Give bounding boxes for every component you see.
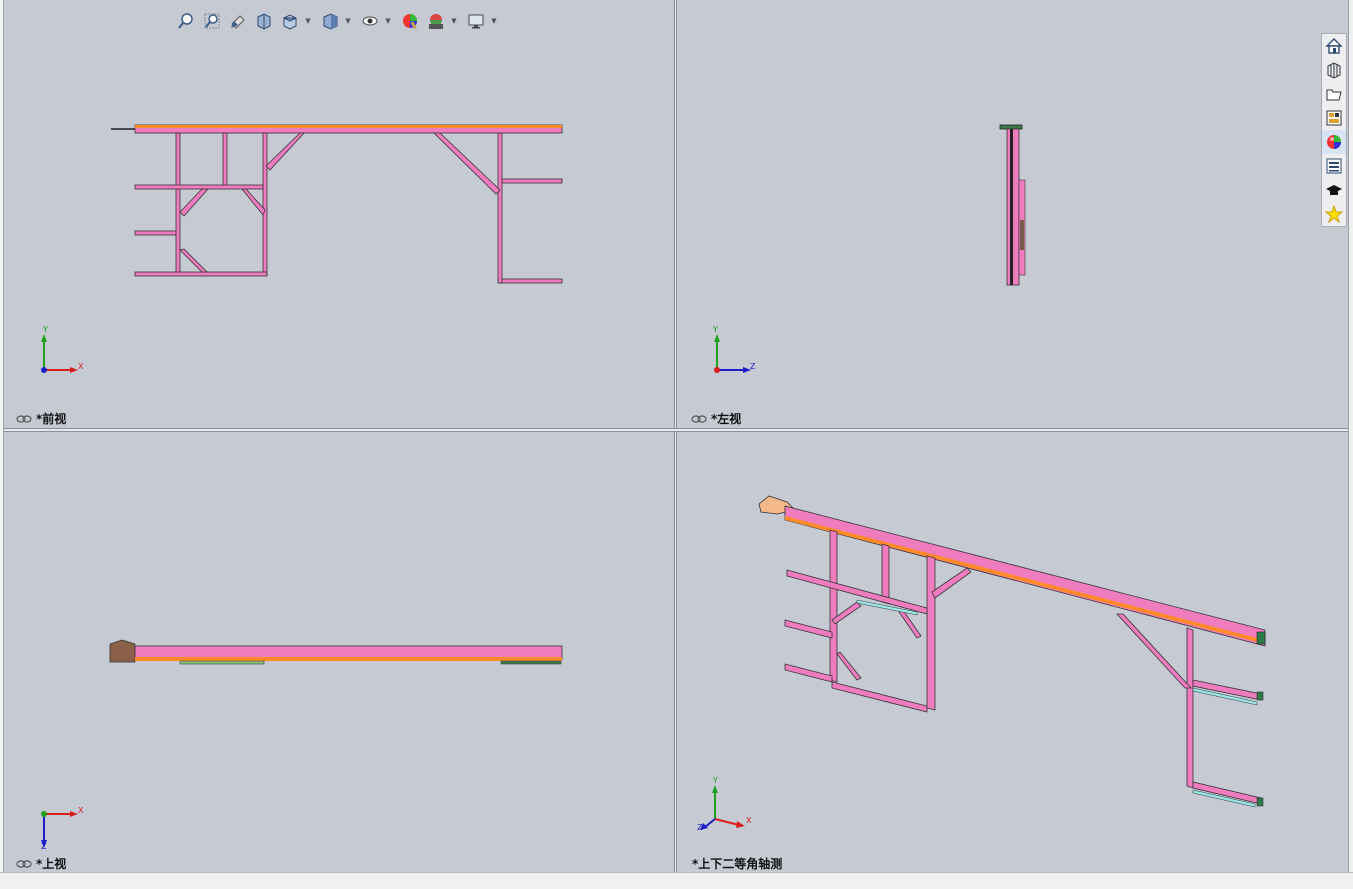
chevron-down-icon[interactable]: ▼ <box>450 9 458 33</box>
link-view-icon <box>16 860 32 868</box>
viewport-horizontal-splitter[interactable] <box>4 428 1348 432</box>
viewport-front[interactable]: Y X *前视 ▼ ▼ ▼ ▼ ▼ <box>4 0 674 428</box>
axis-label-y: Y <box>713 325 718 334</box>
viewport-top[interactable]: X Z *上视 <box>4 432 674 872</box>
axis-label-z: Z <box>41 842 47 851</box>
favorites-icon[interactable] <box>1322 202 1346 226</box>
edit-appearance-icon[interactable] <box>398 9 422 33</box>
axis-label-z: Z <box>750 362 756 371</box>
top-view-model <box>109 639 563 665</box>
view-name-front: *前视 <box>16 410 66 427</box>
axis-label-y: Y <box>713 776 718 785</box>
axis-label-z: Z <box>697 823 703 832</box>
zoom-to-area-icon[interactable] <box>200 9 224 33</box>
axis-label-y: Y <box>43 325 48 334</box>
tutorials-icon[interactable] <box>1322 178 1346 202</box>
viewport-left[interactable]: Y Z *左视 <box>677 0 1348 428</box>
left-view-model <box>999 124 1026 286</box>
view-name-isometric: *上下二等角轴测 <box>692 855 782 872</box>
home-icon[interactable] <box>1322 34 1346 58</box>
heads-up-view-toolbar: ▼ ▼ ▼ ▼ ▼ <box>174 8 502 34</box>
view-name-top: *上视 <box>16 855 66 872</box>
axis-label-x: X <box>746 816 752 825</box>
view-name-label: *左视 <box>711 412 742 426</box>
view-palette-icon[interactable] <box>1322 106 1346 130</box>
view-orientation-icon[interactable] <box>278 9 302 33</box>
viewport-vertical-splitter[interactable] <box>674 0 677 872</box>
previous-view-icon[interactable] <box>226 9 250 33</box>
view-settings-icon[interactable] <box>464 9 488 33</box>
appearances-icon[interactable] <box>1322 130 1346 154</box>
chevron-down-icon[interactable]: ▼ <box>384 9 392 33</box>
chevron-down-icon[interactable]: ▼ <box>344 9 352 33</box>
isometric-view-model <box>758 495 1266 808</box>
view-name-label: *前视 <box>36 412 67 426</box>
triad-isometric <box>700 785 745 830</box>
chevron-down-icon[interactable]: ▼ <box>304 9 312 33</box>
viewport-isometric[interactable]: Y X Z *上下二等角轴测 <box>677 432 1348 872</box>
axis-label-x: X <box>78 362 84 371</box>
section-view-icon[interactable] <box>252 9 276 33</box>
status-bar <box>0 872 1353 889</box>
view-name-left: *左视 <box>691 410 741 427</box>
task-pane-collapsed-strip[interactable] <box>1348 0 1353 872</box>
link-view-icon <box>16 415 32 423</box>
axis-label-x: X <box>78 806 84 815</box>
hide-show-items-icon[interactable] <box>358 9 382 33</box>
view-name-label: *上视 <box>36 857 67 871</box>
design-library-icon[interactable] <box>1322 58 1346 82</box>
chevron-down-icon[interactable]: ▼ <box>490 9 498 33</box>
file-explorer-icon[interactable] <box>1322 82 1346 106</box>
link-view-icon <box>691 415 707 423</box>
apply-scene-icon[interactable] <box>424 9 448 33</box>
task-pane-tabs <box>1321 33 1347 227</box>
front-view-model <box>111 124 563 284</box>
view-name-label: *上下二等角轴测 <box>692 857 783 871</box>
display-style-icon[interactable] <box>318 9 342 33</box>
zoom-to-fit-icon[interactable] <box>174 9 198 33</box>
custom-properties-icon[interactable] <box>1322 154 1346 178</box>
